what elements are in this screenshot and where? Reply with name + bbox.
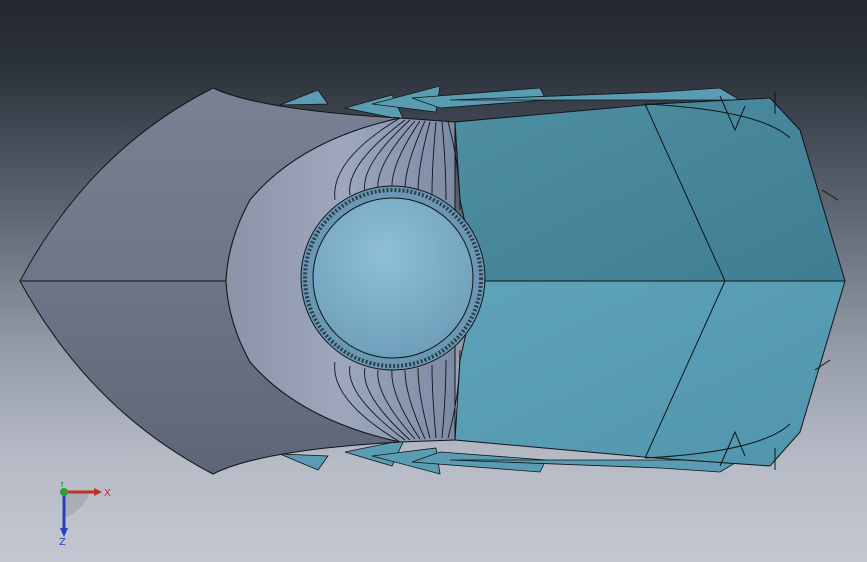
axis-triad: X Y Z bbox=[58, 482, 111, 546]
y-axis-label: Y bbox=[58, 482, 66, 490]
right-hex-face-bottom bbox=[454, 280, 846, 467]
x-axis-label: X bbox=[104, 488, 111, 499]
part-model[interactable] bbox=[0, 0, 867, 562]
z-axis-label: Z bbox=[59, 537, 66, 546]
right-hex-face-top bbox=[454, 97, 846, 282]
central-boss[interactable] bbox=[300, 185, 486, 371]
graphics-viewport[interactable]: X Y Z bbox=[0, 0, 867, 562]
